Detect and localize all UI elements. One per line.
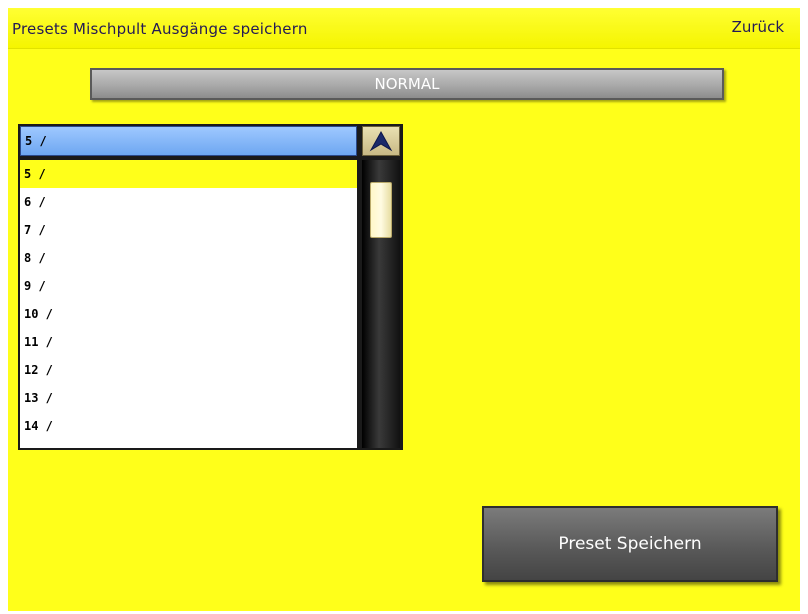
list-item[interactable]: 5 / [20,160,357,188]
list-item[interactable]: 13 / [20,384,357,412]
page-title: Presets Mischpult Ausgänge speichern [12,20,308,38]
scrollbar[interactable] [362,160,400,448]
list-item[interactable]: 9 / [20,272,357,300]
list-item[interactable]: 12 / [20,356,357,384]
list-item[interactable]: 7 / [20,216,357,244]
chevron-up-icon [369,130,393,152]
back-button[interactable]: Zurück [732,18,784,36]
scrollbar-thumb[interactable] [370,182,392,238]
scroll-up-button[interactable] [362,126,400,156]
preset-listbox: 5 / 5 /6 /7 /8 /9 /10 /11 /12 /13 /14 / [18,124,403,450]
title-bar: Presets Mischpult Ausgänge speichern Zur… [8,8,800,49]
list-item[interactable]: 6 / [20,188,357,216]
list-item[interactable]: 8 / [20,244,357,272]
preset-list: 5 /6 /7 /8 /9 /10 /11 /12 /13 /14 / [20,160,357,448]
screen: Presets Mischpult Ausgänge speichern Zur… [8,8,800,611]
selected-preset-field[interactable]: 5 / [20,126,357,156]
save-preset-button[interactable]: Preset Speichern [482,506,778,582]
list-item[interactable]: 10 / [20,300,357,328]
list-item[interactable]: 11 / [20,328,357,356]
list-item[interactable]: 14 / [20,412,357,440]
mode-indicator[interactable]: NORMAL [90,68,724,100]
